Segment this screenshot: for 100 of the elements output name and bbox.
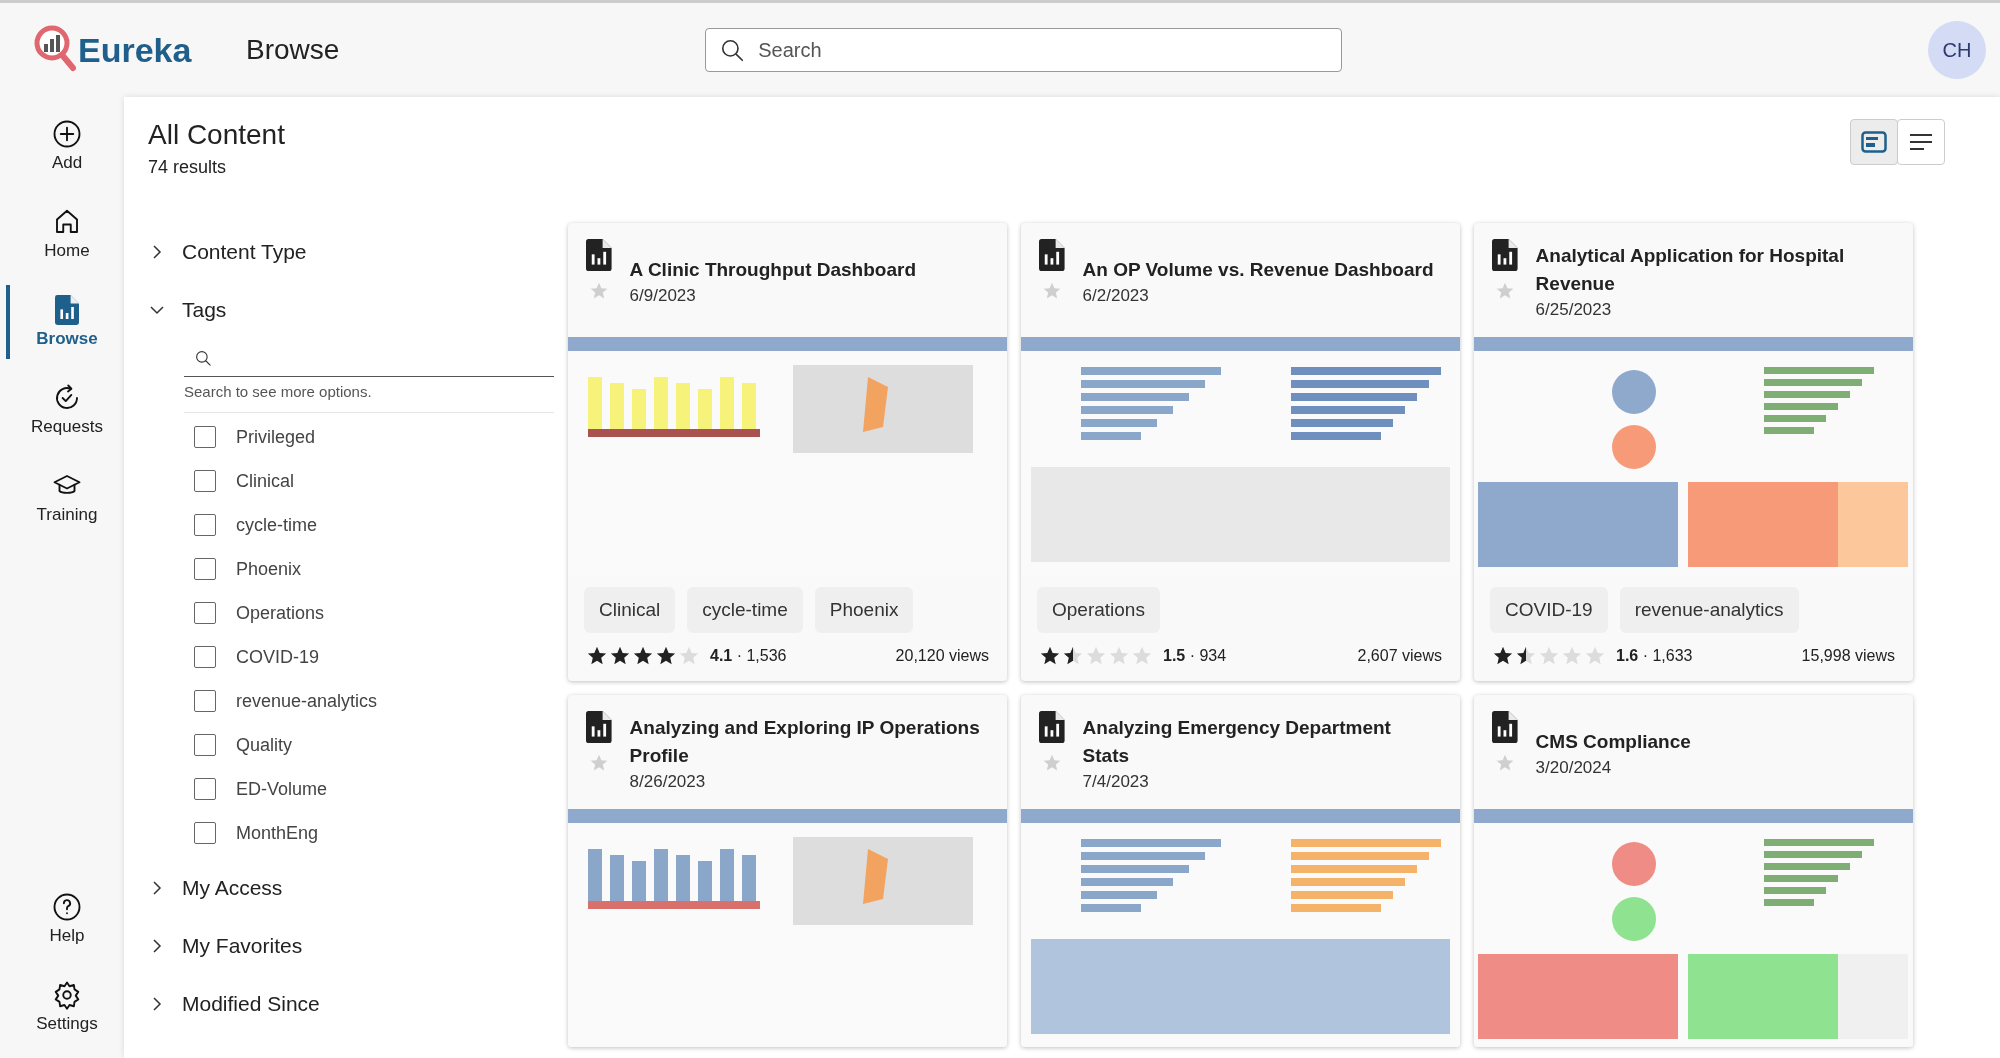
- chevron-icon: [150, 245, 164, 259]
- tag-checkbox[interactable]: COVID-19: [184, 635, 554, 679]
- filter-section-toggle[interactable]: My Favorites: [148, 917, 303, 975]
- view-count: 15,998 views: [1801, 647, 1895, 665]
- checkbox-label: Quality: [236, 734, 293, 756]
- checkbox-label: Operations: [236, 602, 325, 624]
- results-count: 74 results: [148, 157, 228, 178]
- view-count: 2,607 views: [1357, 647, 1442, 665]
- star-icon: [1538, 645, 1560, 667]
- card-title[interactable]: CMS Compliance: [1535, 728, 1691, 756]
- checkbox[interactable]: [194, 778, 216, 800]
- star-icon: [1108, 645, 1130, 667]
- nav-item[interactable]: Training: [6, 461, 124, 535]
- star-icon: [1039, 645, 1061, 667]
- checkbox-label: Clinical: [236, 470, 295, 492]
- checkbox-label: Privileged: [236, 426, 316, 448]
- checkbox[interactable]: [194, 558, 216, 580]
- help-icon: [52, 892, 82, 922]
- helper-text: Search to see more options.: [184, 377, 554, 413]
- checkbox[interactable]: [194, 602, 216, 624]
- search-field[interactable]: Search: [705, 28, 1343, 72]
- card-title[interactable]: A Clinic Throughput Dashboard: [629, 256, 916, 284]
- chevron-icon: [150, 997, 164, 1011]
- nav-item[interactable]: Requests: [6, 373, 124, 447]
- card-title[interactable]: Analytical Application for Hospital Revenue: [1535, 242, 1895, 298]
- card-date: 7/4/2023: [1082, 772, 1150, 792]
- content-card[interactable]: CMS Compliance 3/20/2024: [1474, 695, 1913, 1047]
- checkbox-label: MonthEng: [236, 822, 319, 844]
- checkbox[interactable]: [194, 646, 216, 668]
- tag-checkbox[interactable]: MonthEng: [184, 811, 554, 855]
- star-icon: [1131, 645, 1153, 667]
- content-card[interactable]: Analyzing and Exploring IP Operations Profile 8/26/2023: [568, 695, 1007, 1047]
- card-title[interactable]: An OP Volume vs. Revenue Dashboard: [1082, 256, 1434, 284]
- checkbox[interactable]: [194, 426, 216, 448]
- card-view-icon: [1861, 131, 1887, 153]
- chart-document-icon: [586, 239, 612, 271]
- tag-chip[interactable]: Phoenix: [814, 587, 914, 633]
- chart-document-icon: [55, 295, 79, 325]
- content-card[interactable]: An OP Volume vs. Revenue Dashboard 6/2/2023 Operations 1.5 · 934 2,607 views: [1021, 223, 1460, 681]
- settings-icon: [52, 980, 82, 1010]
- content-card[interactable]: A Clinic Throughput Dashboard 6/9/2023 Clinical cycle-time Phoenix 4.1 · 1,536 20,120 views: [568, 223, 1007, 681]
- nav-item[interactable]: Help: [6, 882, 124, 956]
- star-icon: [1492, 645, 1514, 667]
- user-avatar[interactable]: CH: [1928, 21, 1986, 79]
- tag-checkbox[interactable]: Operations: [184, 591, 554, 635]
- filter-section-toggle[interactable]: My Access: [148, 859, 283, 917]
- tag-chip[interactable]: revenue-analytics: [1619, 587, 1799, 633]
- tag-checkbox[interactable]: Privileged: [184, 415, 554, 459]
- logo-text: Eureka: [78, 30, 192, 70]
- page-heading: All Content: [148, 119, 285, 151]
- checkbox[interactable]: [194, 734, 216, 756]
- checkbox[interactable]: [194, 514, 216, 536]
- search-icon: [194, 349, 212, 367]
- chevron-icon: [150, 303, 164, 317]
- tag-checkbox[interactable]: Quality: [184, 723, 554, 767]
- card-title[interactable]: Analyzing and Exploring IP Operations Profile: [629, 714, 989, 770]
- star-icon: [632, 645, 654, 667]
- tag-chip[interactable]: Operations: [1037, 587, 1160, 633]
- card-date: 6/25/2023: [1535, 300, 1613, 320]
- rating-text: 1.6 · 1,633: [1616, 647, 1693, 665]
- content-card[interactable]: Analyzing Emergency Department Stats 7/4/2023: [1021, 695, 1460, 1047]
- card-view-button[interactable]: [1850, 119, 1898, 165]
- nav-item[interactable]: Add: [6, 109, 124, 183]
- star-icon: [1085, 645, 1107, 667]
- star-icon: [1561, 645, 1583, 667]
- star-icon: [609, 645, 631, 667]
- chevron-icon: [150, 881, 164, 895]
- tag-checkbox[interactable]: Clinical: [184, 459, 554, 503]
- tag-chip[interactable]: Clinical: [584, 587, 676, 633]
- star-icon: [678, 645, 700, 667]
- chart-document-icon: [1492, 239, 1518, 271]
- checkbox[interactable]: [194, 690, 216, 712]
- chevron-icon: [150, 939, 164, 953]
- search-icon: [719, 37, 746, 63]
- checkbox[interactable]: [194, 470, 216, 492]
- star-icon: [586, 645, 608, 667]
- chart-document-icon: [1039, 239, 1065, 271]
- list-view-button[interactable]: [1897, 119, 1945, 165]
- nav-item[interactable]: Settings: [6, 970, 124, 1044]
- filter-section-toggle[interactable]: Modified Since: [148, 975, 320, 1033]
- plus-circle-icon: [52, 119, 82, 149]
- chart-document-icon: [1039, 711, 1065, 743]
- card-date: 6/9/2023: [629, 286, 697, 306]
- tag-checkbox[interactable]: revenue-analytics: [184, 679, 554, 723]
- tag-chip[interactable]: COVID-19: [1490, 587, 1608, 633]
- view-count: 20,120 views: [895, 647, 989, 665]
- content-card[interactable]: Analytical Application for Hospital Revenue 6/25/2023 COVID-19 revenue-analytics 1.6 · 1,633 15,998 views: [1474, 223, 1913, 681]
- star-icon: [1584, 645, 1606, 667]
- tag-checkbox[interactable]: Phoenix: [184, 547, 554, 591]
- checkbox-label: cycle-time: [236, 514, 317, 536]
- tag-checkbox[interactable]: cycle-time: [184, 503, 554, 547]
- nav-item[interactable]: Home: [6, 197, 124, 271]
- card-title[interactable]: Analyzing Emergency Department Stats: [1082, 714, 1442, 770]
- tag-checkbox[interactable]: ED-Volume: [184, 767, 554, 811]
- checkbox[interactable]: [194, 822, 216, 844]
- filter-section-toggle[interactable]: Content Type: [148, 223, 307, 281]
- filter-section-toggle[interactable]: Tags: [148, 281, 227, 339]
- tag-chip[interactable]: cycle-time: [687, 587, 803, 633]
- rating-text: 4.1 · 1,536: [710, 647, 787, 665]
- checkbox-label: ED-Volume: [236, 778, 328, 800]
